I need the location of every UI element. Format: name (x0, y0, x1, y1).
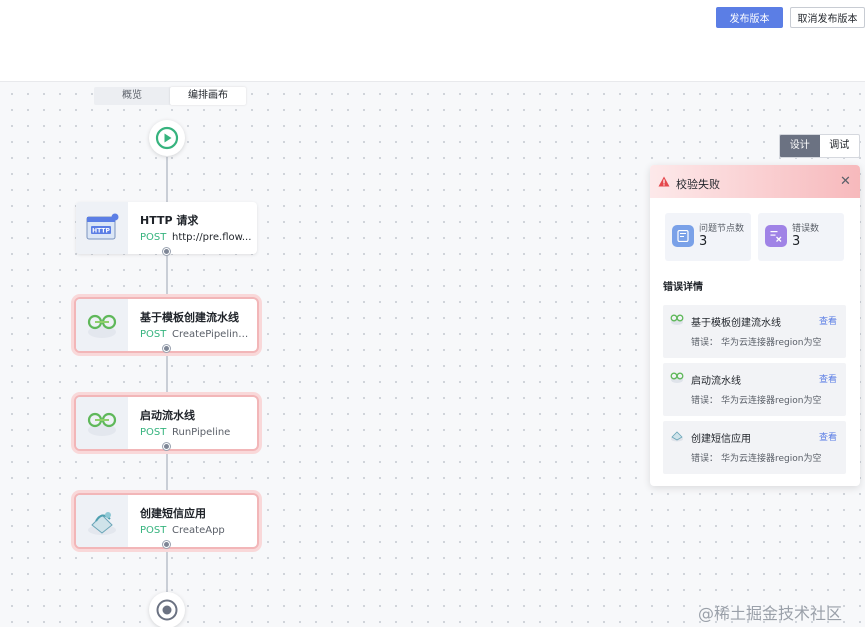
document-icon (672, 225, 694, 247)
cloud-app-icon (671, 431, 683, 442)
error-label: 错误： (691, 396, 719, 406)
node-title: 创建短信应用 (140, 507, 206, 520)
connector-line (166, 450, 168, 495)
flow-node-create-sms-app[interactable]: 创建短信应用 POST CreateApp (76, 495, 257, 547)
stat-label: 问题节点数 (699, 224, 745, 234)
error-node-title: 启动流水线 (691, 376, 741, 387)
error-item: 启动流水线 查看 错误： 华为云连接器region为空 (663, 363, 846, 416)
node-title: 启动流水线 (140, 409, 195, 422)
view-error-link[interactable]: 查看 (819, 372, 837, 385)
node-subtitle: http://pre.flow... (172, 232, 252, 243)
http-icon: HTTP (76, 202, 128, 254)
stop-icon (156, 599, 178, 621)
error-item: 基于模板创建流水线 查看 错误： 华为云连接器region为空 (663, 305, 846, 358)
node-subtitle: CreatePipelineB... (172, 329, 252, 340)
flow-node-http-request[interactable]: HTTP HTTP 请求 POST http://pre.flow... (76, 202, 257, 254)
connector-line (166, 352, 168, 397)
node-subtitle: CreateApp (172, 525, 225, 536)
pipeline-icon (76, 397, 128, 449)
error-label: 错误： (691, 454, 719, 464)
error-message: 华为云连接器region为空 (721, 396, 822, 406)
end-node[interactable] (149, 592, 185, 627)
connector-line (166, 254, 168, 299)
cloud-app-icon (76, 495, 128, 547)
flow-node-run-pipeline[interactable]: 启动流水线 POST RunPipeline (76, 397, 257, 449)
play-icon (155, 126, 179, 150)
error-item: 创建短信应用 查看 错误： 华为云连接器region为空 (663, 421, 846, 474)
connection-port[interactable] (163, 443, 170, 450)
tab-orchestration-canvas[interactable]: 编排画布 (170, 87, 246, 105)
watermark: @稀土掘金技术社区 (698, 604, 843, 623)
connection-port[interactable] (163, 248, 170, 255)
top-toolbar: 发布版本 取消发布版本 (0, 0, 865, 82)
view-tabs: 概览 编排画布 (94, 87, 246, 105)
error-list-icon (765, 225, 787, 247)
warning-icon (658, 176, 670, 187)
node-method: POST (140, 232, 167, 243)
problem-node-count-card: 问题节点数 3 (665, 213, 751, 261)
publish-version-button[interactable]: 发布版本 (716, 7, 783, 28)
view-error-link[interactable]: 查看 (819, 430, 837, 443)
pipeline-icon (670, 314, 684, 325)
stat-label: 错误数 (792, 224, 820, 234)
flow-node-create-pipeline-from-template[interactable]: 基于模板创建流水线 POST CreatePipelineB... (76, 299, 257, 351)
pipeline-icon (670, 372, 684, 383)
mode-design-button[interactable]: 设计 (780, 135, 820, 157)
error-node-title: 基于模板创建流水线 (691, 318, 781, 329)
error-node-title: 创建短信应用 (691, 434, 751, 445)
stat-value: 3 (699, 234, 708, 249)
error-message: 华为云连接器region为空 (721, 454, 822, 464)
node-title: 基于模板创建流水线 (140, 311, 239, 324)
pipeline-icon (76, 299, 128, 351)
node-title: HTTP 请求 (140, 214, 199, 227)
node-method: POST (140, 525, 167, 536)
panel-header: 校验失败 ✕ (650, 165, 860, 198)
connection-port[interactable] (163, 541, 170, 548)
tab-overview[interactable]: 概览 (94, 87, 170, 105)
connector-line (166, 157, 168, 202)
start-node[interactable] (149, 120, 185, 156)
error-count-card: 错误数 3 (758, 213, 844, 261)
unpublish-version-button[interactable]: 取消发布版本 (790, 7, 865, 28)
svg-text:HTTP: HTTP (92, 228, 110, 235)
connection-port[interactable] (163, 345, 170, 352)
error-details-heading: 错误详情 (663, 282, 703, 293)
connector-line (166, 547, 168, 592)
node-method: POST (140, 427, 167, 438)
node-subtitle: RunPipeline (172, 427, 231, 438)
panel-title: 校验失败 (676, 178, 720, 191)
mode-debug-button[interactable]: 调试 (820, 135, 860, 157)
view-error-link[interactable]: 查看 (819, 314, 837, 327)
close-icon[interactable]: ✕ (840, 175, 851, 188)
error-message: 华为云连接器region为空 (721, 338, 822, 348)
node-method: POST (140, 329, 167, 340)
design-debug-switch: 设计 调试 (779, 134, 860, 158)
validation-result-panel: 校验失败 ✕ 问题节点数 3 错误数 3 错误详情 基于模板创建流水线 查看 错… (650, 165, 860, 486)
stat-value: 3 (792, 234, 801, 249)
error-label: 错误： (691, 338, 719, 348)
